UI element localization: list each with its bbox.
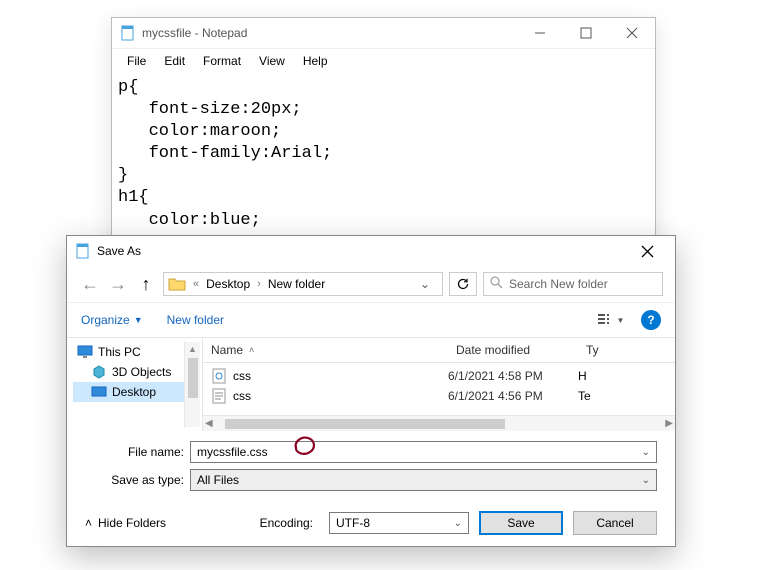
file-list-hscroll[interactable]: ◀ ▶ <box>203 415 675 431</box>
savetype-value: All Files <box>197 473 239 487</box>
cancel-label: Cancel <box>596 516 633 530</box>
encoding-value: UTF-8 <box>336 516 370 530</box>
organize-label: Organize <box>81 313 130 327</box>
chevron-right-icon: › <box>252 278 266 290</box>
sidebar-item-this-pc[interactable]: This PC <box>73 342 184 362</box>
filename-label: File name: <box>85 445 190 459</box>
saveas-toolbar: Organize ▼ New folder ▼ ? <box>67 302 675 337</box>
search-icon <box>490 276 503 292</box>
savetype-label: Save as type: <box>85 473 190 487</box>
nav-up-button[interactable]: ↑ <box>135 273 157 295</box>
menu-file[interactable]: File <box>118 51 155 71</box>
chevron-down-icon[interactable]: ⌄ <box>642 447 650 458</box>
column-date[interactable]: Date modified <box>448 338 578 362</box>
notepad-app-icon <box>75 243 91 259</box>
file-list: Name ˄ Date modified Ty css 6/1/2021 4:58… <box>203 338 675 431</box>
nav-back-button[interactable]: ← <box>79 273 101 295</box>
notepad-title: mycssfile - Notepad <box>142 26 517 40</box>
file-date: 6/1/2021 4:56 PM <box>448 389 578 403</box>
sidebar-label: 3D Objects <box>112 365 171 379</box>
scroll-thumb[interactable] <box>188 358 198 398</box>
cancel-button[interactable]: Cancel <box>573 511 657 535</box>
sidebar-scrollbar[interactable]: ▲ <box>184 342 200 427</box>
column-name[interactable]: Name <box>211 343 243 357</box>
new-folder-button[interactable]: New folder <box>167 313 224 327</box>
column-type[interactable]: Ty <box>578 338 675 362</box>
sidebar-label: Desktop <box>112 385 156 399</box>
search-input[interactable]: Search New folder <box>483 272 663 296</box>
chevron-up-icon: ˄ <box>85 516 92 530</box>
file-name: css <box>233 369 251 383</box>
file-list-row[interactable]: css 6/1/2021 4:56 PM Te <box>203 386 675 406</box>
organize-button[interactable]: Organize ▼ <box>81 313 143 327</box>
sidebar-label: This PC <box>98 345 141 359</box>
sort-asc-icon: ˄ <box>249 345 254 355</box>
chevron-down-icon[interactable]: ⌄ <box>642 475 650 486</box>
breadcrumb-newfolder[interactable]: New folder <box>266 277 327 291</box>
save-label: Save <box>507 516 534 530</box>
scroll-thumb[interactable] <box>225 419 505 429</box>
menu-format[interactable]: Format <box>194 51 250 71</box>
arrow-right-icon: ▶ <box>665 418 673 429</box>
file-type: Te <box>578 389 675 403</box>
address-bar[interactable]: « Desktop › New folder ⌄ <box>163 272 443 296</box>
breadcrumb-prefix: « <box>188 278 204 290</box>
maximize-button[interactable] <box>563 18 609 48</box>
cube-icon <box>91 364 107 380</box>
saveas-title-bar[interactable]: Save As <box>67 236 675 266</box>
file-list-row[interactable]: css 6/1/2021 4:58 PM H <box>203 366 675 386</box>
save-button[interactable]: Save <box>479 511 563 535</box>
notepad-app-icon <box>120 25 136 41</box>
saveas-title: Save As <box>97 244 627 258</box>
chevron-down-icon: ▼ <box>134 315 143 325</box>
filename-value: mycssfile.css <box>197 445 268 459</box>
file-type: H <box>578 369 675 383</box>
refresh-button[interactable] <box>449 272 477 296</box>
menu-help[interactable]: Help <box>294 51 337 71</box>
file-name: css <box>233 389 251 403</box>
monitor-icon <box>77 344 93 360</box>
sidebar-item-desktop[interactable]: Desktop <box>73 382 184 402</box>
sidebar-item-3d-objects[interactable]: 3D Objects <box>73 362 184 382</box>
hide-folders-button[interactable]: ˄ Hide Folders <box>85 516 166 530</box>
encoding-select[interactable]: UTF-8 ⌄ <box>329 512 469 534</box>
html-file-icon <box>211 368 227 384</box>
chevron-down-icon[interactable]: ⌄ <box>454 518 462 529</box>
view-options-button[interactable]: ▼ <box>595 309 627 331</box>
file-date: 6/1/2021 4:58 PM <box>448 369 578 383</box>
nav-forward-button[interactable]: → <box>107 273 129 295</box>
sidebar: This PC 3D Objects Desktop ▲ <box>67 338 203 431</box>
desktop-icon <box>91 384 107 400</box>
breadcrumb-desktop[interactable]: Desktop <box>204 277 252 291</box>
notepad-menu-bar: File Edit Format View Help <box>112 48 655 73</box>
close-button[interactable] <box>627 236 667 266</box>
hide-folders-label: Hide Folders <box>98 516 166 530</box>
help-button[interactable]: ? <box>641 310 661 330</box>
encoding-label: Encoding: <box>260 516 313 530</box>
chevron-down-icon[interactable]: ⌄ <box>410 277 440 291</box>
arrow-up-icon: ▲ <box>188 344 197 354</box>
notepad-editor[interactable]: p{ font-size:20px; color:maroon; font-fa… <box>112 73 655 236</box>
minimize-button[interactable] <box>517 18 563 48</box>
saveas-nav-bar: ← → ↑ « Desktop › New folder ⌄ Search Ne… <box>67 266 675 302</box>
arrow-left-icon: ◀ <box>205 418 213 429</box>
text-file-icon <box>211 388 227 404</box>
menu-edit[interactable]: Edit <box>155 51 194 71</box>
file-list-header[interactable]: Name ˄ Date modified Ty <box>203 338 675 363</box>
menu-view[interactable]: View <box>250 51 294 71</box>
close-button[interactable] <box>609 18 655 48</box>
notepad-title-bar[interactable]: mycssfile - Notepad <box>112 18 655 48</box>
search-placeholder: Search New folder <box>509 277 608 291</box>
savetype-select[interactable]: All Files ⌄ <box>190 469 657 491</box>
filename-input[interactable]: mycssfile.css ⌄ <box>190 441 657 463</box>
saveas-dialog: Save As ← → ↑ « Desktop › New folder ⌄ S… <box>66 235 676 547</box>
folder-icon <box>166 273 188 295</box>
